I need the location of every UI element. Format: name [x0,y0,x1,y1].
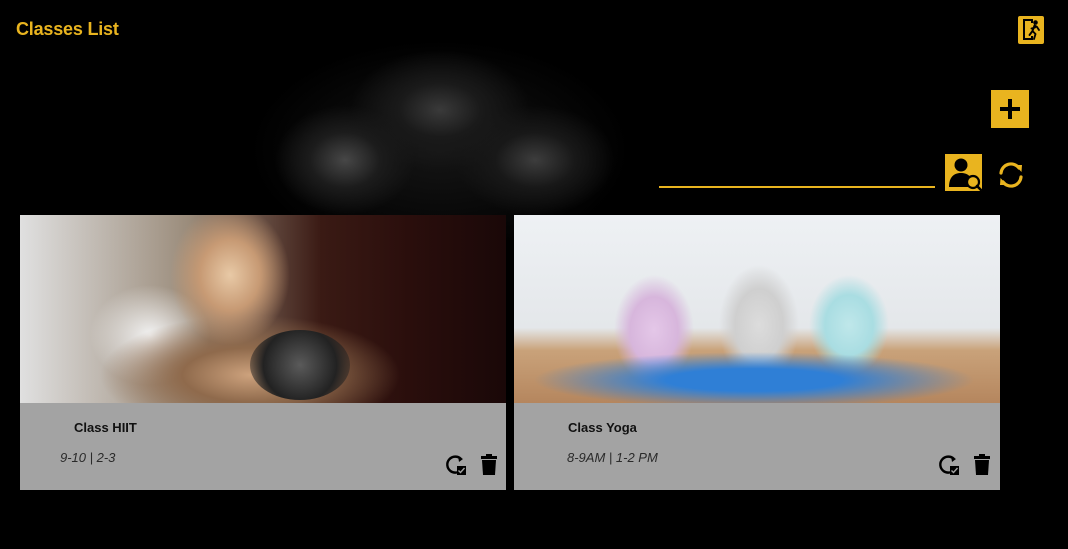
class-name: Class Yoga [568,420,637,435]
exit-button[interactable] [1018,16,1044,44]
refresh-icon [999,162,1023,188]
reschedule-icon[interactable] [445,454,467,476]
user-search-icon [949,158,983,192]
class-card-info: Class Yoga 8-9AM | 1-2 PM [514,403,1000,490]
refresh-button[interactable] [995,159,1027,191]
search-input[interactable] [659,186,935,188]
user-search-button[interactable] [945,154,983,192]
add-class-button[interactable] [991,90,1029,128]
hero-background [250,40,630,240]
trash-icon[interactable] [971,454,993,476]
exit-running-man-icon [1023,19,1040,40]
reschedule-icon[interactable] [938,454,960,476]
class-time: 9-10 | 2-3 [60,450,116,465]
class-card-info: Class HIIT 9-10 | 2-3 [20,403,506,490]
class-image-yoga [514,215,1000,403]
class-card-hiit[interactable]: Class HIIT 9-10 | 2-3 [20,215,506,490]
class-image-hiit [20,215,506,403]
page-title: Classes List [16,19,119,39]
class-card-yoga[interactable]: Class Yoga 8-9AM | 1-2 PM [514,215,1000,490]
trash-icon[interactable] [478,454,500,476]
class-time: 8-9AM | 1-2 PM [567,450,658,465]
class-name: Class HIIT [74,420,137,435]
